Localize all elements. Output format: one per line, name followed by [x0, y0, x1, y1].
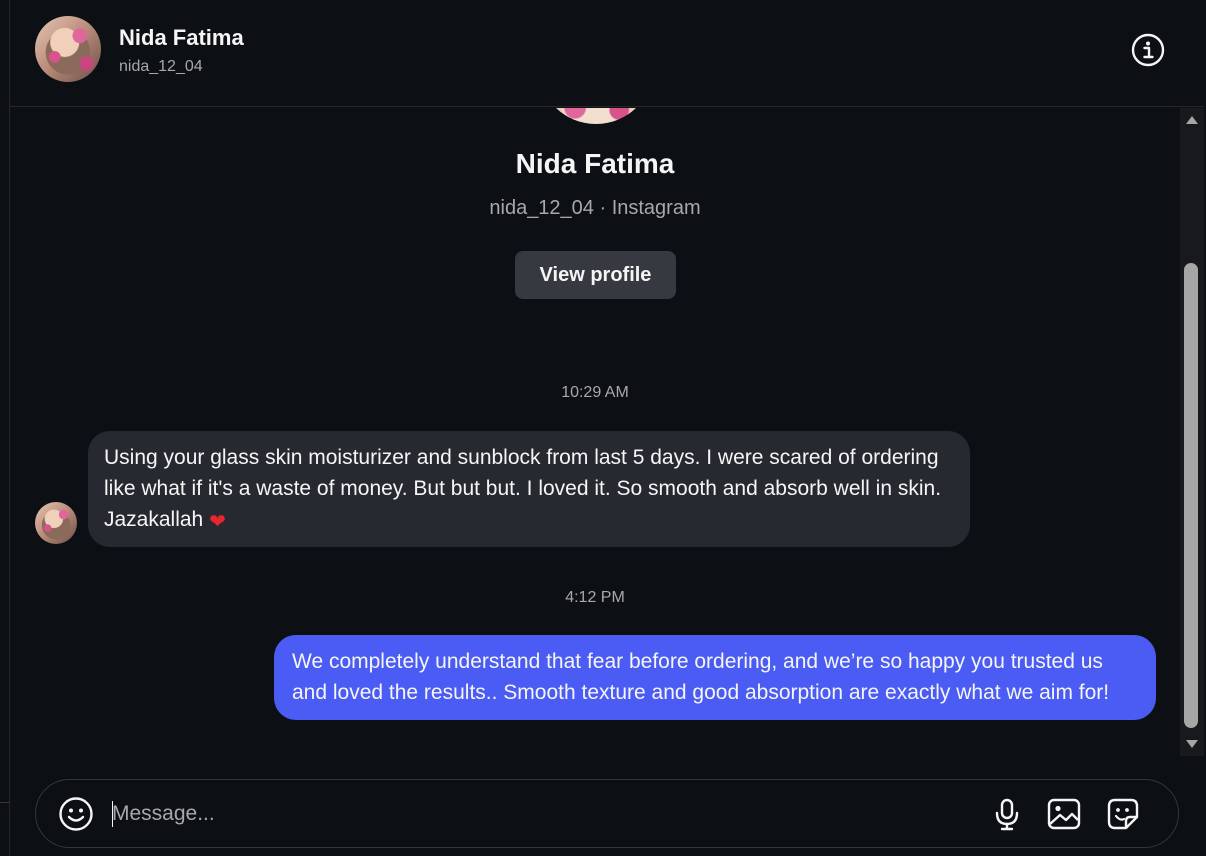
info-icon [1131, 33, 1165, 67]
profile-subtitle: nida_12_04 · Instagram [489, 197, 701, 219]
message-thread: Nida Fatima nida_12_04 · Instagram View … [10, 108, 1180, 756]
emoji-button[interactable] [58, 796, 94, 832]
sticker-icon [1107, 798, 1139, 830]
sticker-button[interactable] [1105, 796, 1141, 832]
message-input[interactable] [112, 792, 972, 836]
message-text: Using your glass skin moisturizer and su… [104, 446, 942, 531]
scrollbar-thumb[interactable] [1184, 263, 1198, 728]
image-icon [1047, 798, 1081, 830]
text-caret [112, 801, 113, 827]
microphone-icon [995, 798, 1019, 831]
profile-name: Nida Fatima [515, 148, 675, 179]
message-timestamp: 4:12 PM [565, 589, 625, 606]
triangle-down-icon [1186, 740, 1198, 748]
triangle-up-icon [1186, 116, 1198, 124]
scrollbar[interactable] [1180, 108, 1204, 756]
left-panel-edge [0, 0, 10, 856]
heart-emoji-icon: ❤ [209, 511, 226, 533]
voice-message-button[interactable] [989, 796, 1025, 832]
divider [0, 802, 10, 803]
chat-window: Nida Fatima nida_12_04 Nida Fatima nida_… [0, 0, 1206, 856]
message-text: We completely understand that fear befor… [292, 650, 1110, 704]
add-photo-button[interactable] [1046, 796, 1082, 832]
view-profile-button[interactable]: View profile [515, 251, 676, 299]
message-timestamp: 10:29 AM [561, 384, 629, 401]
info-button[interactable] [1131, 33, 1165, 67]
profile-avatar[interactable] [538, 108, 654, 124]
avatar[interactable] [35, 16, 101, 82]
message-composer [35, 779, 1179, 848]
outgoing-message[interactable]: We completely understand that fear befor… [274, 635, 1156, 720]
header-username: nida_12_04 [119, 58, 203, 75]
sender-avatar[interactable] [35, 502, 77, 544]
scroll-up-arrow[interactable] [1184, 112, 1200, 128]
scroll-down-arrow[interactable] [1184, 736, 1200, 752]
chat-header: Nida Fatima nida_12_04 [10, 0, 1204, 107]
header-name[interactable]: Nida Fatima [119, 25, 244, 51]
incoming-message[interactable]: Using your glass skin moisturizer and su… [88, 431, 970, 547]
smiley-icon [59, 797, 93, 831]
